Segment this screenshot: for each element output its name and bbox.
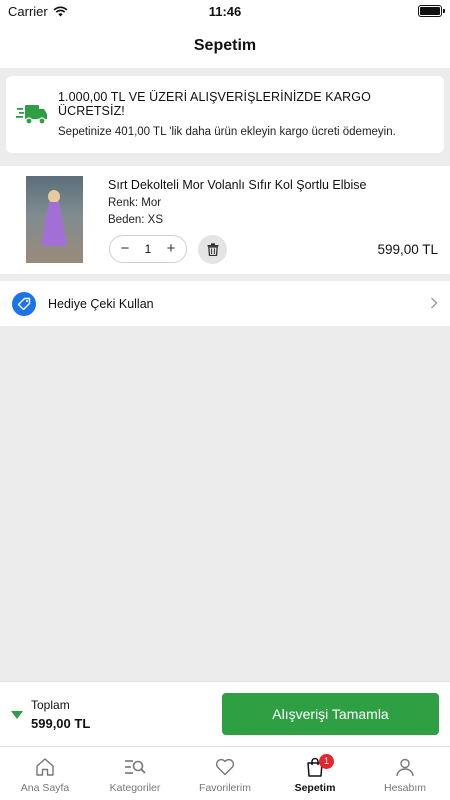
banner-text: 1.000,00 TL VE ÜZERİ ALIŞVERİŞLERİNİZDE …: [58, 90, 434, 140]
home-icon: [36, 758, 54, 776]
cart-item: Sırt Dekolteli Mor Volanlı Sıfır Kol Şor…: [0, 166, 450, 274]
tab-cart[interactable]: 1 Sepetim: [270, 747, 360, 800]
gift-card-label: Hediye Çeki Kullan: [48, 296, 154, 311]
cart-count-badge: 1: [319, 754, 334, 769]
gift-card-row[interactable]: Hediye Çeki Kullan: [0, 281, 450, 326]
banner-title: 1.000,00 TL VE ÜZERİ ALIŞVERİŞLERİNİZDE …: [58, 89, 371, 118]
tab-label: Favorilerim: [199, 782, 251, 794]
product-size: Beden: XS: [108, 214, 163, 226]
checkout-bar: Toplam 599,00 TL Alışverişi Tamamla: [0, 681, 450, 746]
increase-quantity-button[interactable]: +: [164, 241, 178, 256]
product-color: Renk: Mor: [108, 197, 162, 209]
trash-icon: [207, 243, 218, 256]
checkout-button[interactable]: Alışverişi Tamamla: [222, 693, 439, 735]
tab-home[interactable]: Ana Sayfa: [0, 747, 90, 800]
status-bar: Carrier 11:46: [0, 0, 450, 24]
expand-summary-icon[interactable]: [11, 711, 23, 719]
quantity-stepper: − 1 +: [109, 235, 187, 263]
truck-icon: [16, 104, 47, 125]
tab-favorites[interactable]: Favorilerim: [180, 747, 270, 800]
tab-label: Kategoriler: [109, 782, 161, 794]
tab-account[interactable]: Hesabım: [360, 747, 450, 800]
heart-icon: [215, 758, 235, 776]
tab-label: Sepetim: [294, 782, 336, 794]
page-title: Sepetim: [0, 24, 450, 68]
banner-subtitle: Sepetinize 401,00 TL 'lik daha ürün ekle…: [58, 125, 396, 138]
chevron-right-icon: [430, 296, 438, 312]
tag-icon: [12, 291, 36, 316]
total-label: Toplam: [31, 698, 70, 712]
product-image[interactable]: [26, 176, 83, 263]
product-name[interactable]: Sırt Dekolteli Mor Volanlı Sıfır Kol Şor…: [108, 178, 366, 192]
categories-search-icon: [125, 760, 146, 774]
clock: 11:46: [208, 4, 242, 19]
tab-label: Ana Sayfa: [20, 782, 70, 794]
bottom-tab-bar: Ana Sayfa Kategoriler Favorilerim 1 Sepe…: [0, 746, 450, 800]
tab-categories[interactable]: Kategoriler: [90, 747, 180, 800]
total-value: 599,00 TL: [31, 716, 91, 731]
user-icon: [396, 758, 414, 777]
item-price: 599,00 TL: [377, 242, 438, 257]
tab-label: Hesabım: [383, 782, 426, 794]
free-shipping-banner: 1.000,00 TL VE ÜZERİ ALIŞVERİŞLERİNİZDE …: [6, 76, 444, 153]
remove-item-button[interactable]: [198, 235, 227, 264]
decrease-quantity-button[interactable]: −: [118, 241, 132, 256]
quantity-value: 1: [144, 242, 152, 256]
battery-icon: [418, 5, 445, 17]
